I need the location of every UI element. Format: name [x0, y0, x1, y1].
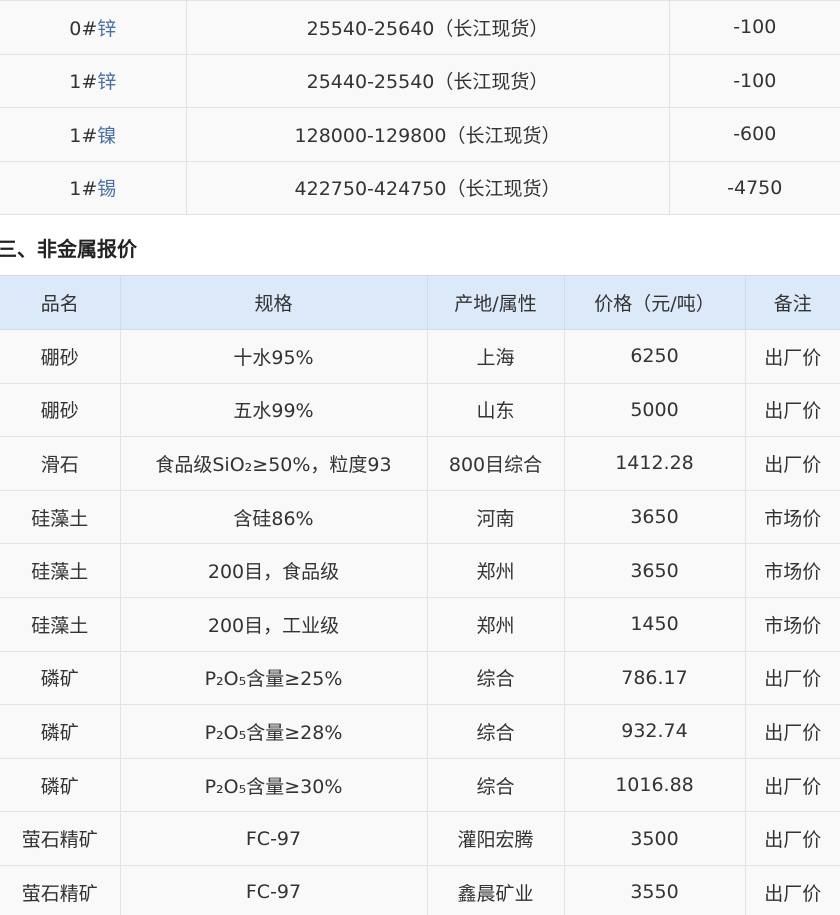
price-cell: 3650	[563, 489, 746, 545]
table-row: 硅藻土 200目，工业级 郑州 1450 市场价	[0, 596, 840, 652]
note-cell: 出厂价	[744, 329, 840, 384]
note-cell: 出厂价	[744, 436, 840, 491]
name-cell: 滑石	[0, 436, 121, 491]
table-row: 硅藻土 含硅86% 河南 3650 市场价	[0, 489, 840, 545]
origin-cell: 综合	[426, 650, 565, 706]
metal-name-link[interactable]: 镍	[97, 125, 116, 147]
price-cell: 1412.28	[563, 436, 746, 491]
spec-cell: 200目，工业级	[119, 596, 428, 652]
note-cell: 出厂价	[744, 757, 840, 813]
name-cell: 磷矿	[0, 650, 121, 706]
origin-cell: 郑州	[426, 596, 565, 652]
table-row: 磷矿 P₂O₅含量≥28% 综合 932.74 出厂价	[0, 704, 840, 759]
price-cell: 932.74	[563, 704, 746, 759]
price-cell: 1016.88	[563, 757, 746, 813]
price-cell: 6250	[563, 329, 746, 384]
price-range-cell: 25540-25640（长江现货）	[185, 0, 670, 55]
change-cell: -100	[668, 0, 840, 55]
product-cell: 1#镍	[0, 107, 187, 162]
spec-cell: 含硅86%	[119, 489, 428, 545]
table-row: 磷矿 P₂O₅含量≥25% 综合 786.17 出厂价	[0, 650, 840, 706]
spec-cell: P₂O₅含量≥25%	[119, 650, 428, 706]
table-row: 硼砂 十水95% 上海 6250 出厂价	[0, 329, 840, 384]
origin-cell: 综合	[426, 757, 565, 813]
name-cell: 磷矿	[0, 757, 121, 813]
spec-cell: 十水95%	[119, 329, 428, 384]
header-price: 价格（元/吨）	[563, 275, 746, 330]
grade-label: 1#	[69, 178, 98, 201]
origin-cell: 鑫晨矿业	[426, 864, 565, 915]
change-cell: -600	[668, 107, 840, 162]
product-cell: 1#锌	[0, 53, 187, 108]
name-cell: 磷矿	[0, 704, 121, 759]
name-cell: 硅藻土	[0, 596, 121, 652]
note-cell: 市场价	[744, 596, 840, 652]
spec-cell: 五水99%	[119, 382, 428, 438]
table-row: 0#锌 25540-25640（长江现货） -100	[0, 0, 840, 55]
name-cell: 硼砂	[0, 329, 121, 384]
table-row: 硼砂 五水99% 山东 5000 出厂价	[0, 382, 840, 438]
grade-label: 0#	[69, 17, 98, 40]
note-cell: 市场价	[744, 489, 840, 545]
table-row: 1#锡 422750-424750（长江现货） -4750	[0, 160, 840, 215]
section-title: 三、非金属报价	[0, 237, 137, 261]
metal-name-link[interactable]: 锌	[97, 71, 116, 93]
table-row: 萤石精矿 FC-97 灌阳宏腾 3500 出厂价	[0, 811, 840, 866]
price-cell: 786.17	[563, 650, 746, 706]
note-cell: 出厂价	[744, 382, 840, 438]
spec-cell: 食品级SiO₂≥50%，粒度93	[119, 436, 428, 491]
spec-cell: FC-97	[119, 864, 428, 915]
table-row: 滑石 食品级SiO₂≥50%，粒度93 800目综合 1412.28 出厂价	[0, 436, 840, 491]
note-cell: 出厂价	[744, 650, 840, 706]
table-row: 磷矿 P₂O₅含量≥30% 综合 1016.88 出厂价	[0, 757, 840, 813]
name-cell: 硅藻土	[0, 489, 121, 545]
price-cell: 3550	[563, 864, 746, 915]
price-cell: 3650	[563, 543, 746, 598]
origin-cell: 郑州	[426, 543, 565, 598]
metal-name-link[interactable]: 锌	[97, 18, 116, 40]
spec-cell: 200目，食品级	[119, 543, 428, 598]
nonmetal-price-table: 品名 规格 产地/属性 价格（元/吨） 备注 硼砂 十水95% 上海 6250 …	[0, 275, 840, 915]
header-spec: 规格	[119, 275, 428, 330]
product-cell: 1#锡	[0, 160, 187, 215]
table-row: 1#锌 25440-25540（长江现货） -100	[0, 53, 840, 108]
header-origin: 产地/属性	[426, 275, 565, 330]
price-cell: 5000	[563, 382, 746, 438]
table-header-row: 品名 规格 产地/属性 价格（元/吨） 备注	[0, 275, 840, 330]
metal-price-table: 0#锌 25540-25640（长江现货） -100 1#锌 25440-255…	[0, 0, 840, 215]
origin-cell: 山东	[426, 382, 565, 438]
note-cell: 出厂价	[744, 864, 840, 915]
note-cell: 市场价	[744, 543, 840, 598]
spec-cell: P₂O₅含量≥30%	[119, 757, 428, 813]
origin-cell: 800目综合	[426, 436, 565, 491]
grade-label: 1#	[69, 71, 98, 94]
table-row: 萤石精矿 FC-97 鑫晨矿业 3550 出厂价	[0, 864, 840, 915]
spec-cell: P₂O₅含量≥28%	[119, 704, 428, 759]
change-cell: -100	[668, 53, 840, 108]
header-name: 品名	[0, 275, 121, 330]
note-cell: 出厂价	[744, 704, 840, 759]
table-row: 1#镍 128000-129800（长江现货） -600	[0, 107, 840, 162]
name-cell: 萤石精矿	[0, 811, 121, 866]
price-range-cell: 128000-129800（长江现货）	[185, 107, 670, 162]
origin-cell: 河南	[426, 489, 565, 545]
header-note: 备注	[744, 275, 840, 330]
metal-name-link[interactable]: 锡	[97, 178, 116, 200]
spec-cell: FC-97	[119, 811, 428, 866]
product-cell: 0#锌	[0, 0, 187, 55]
table-row: 硅藻土 200目，食品级 郑州 3650 市场价	[0, 543, 840, 598]
price-range-cell: 25440-25540（长江现货）	[185, 53, 670, 108]
origin-cell: 灌阳宏腾	[426, 811, 565, 866]
note-cell: 出厂价	[744, 811, 840, 866]
change-cell: -4750	[668, 160, 840, 215]
grade-label: 1#	[69, 124, 98, 147]
origin-cell: 上海	[426, 329, 565, 384]
name-cell: 萤石精矿	[0, 864, 121, 915]
name-cell: 硼砂	[0, 382, 121, 438]
price-cell: 3500	[563, 811, 746, 866]
price-cell: 1450	[563, 596, 746, 652]
name-cell: 硅藻土	[0, 543, 121, 598]
price-range-cell: 422750-424750（长江现货）	[185, 160, 670, 215]
origin-cell: 综合	[426, 704, 565, 759]
